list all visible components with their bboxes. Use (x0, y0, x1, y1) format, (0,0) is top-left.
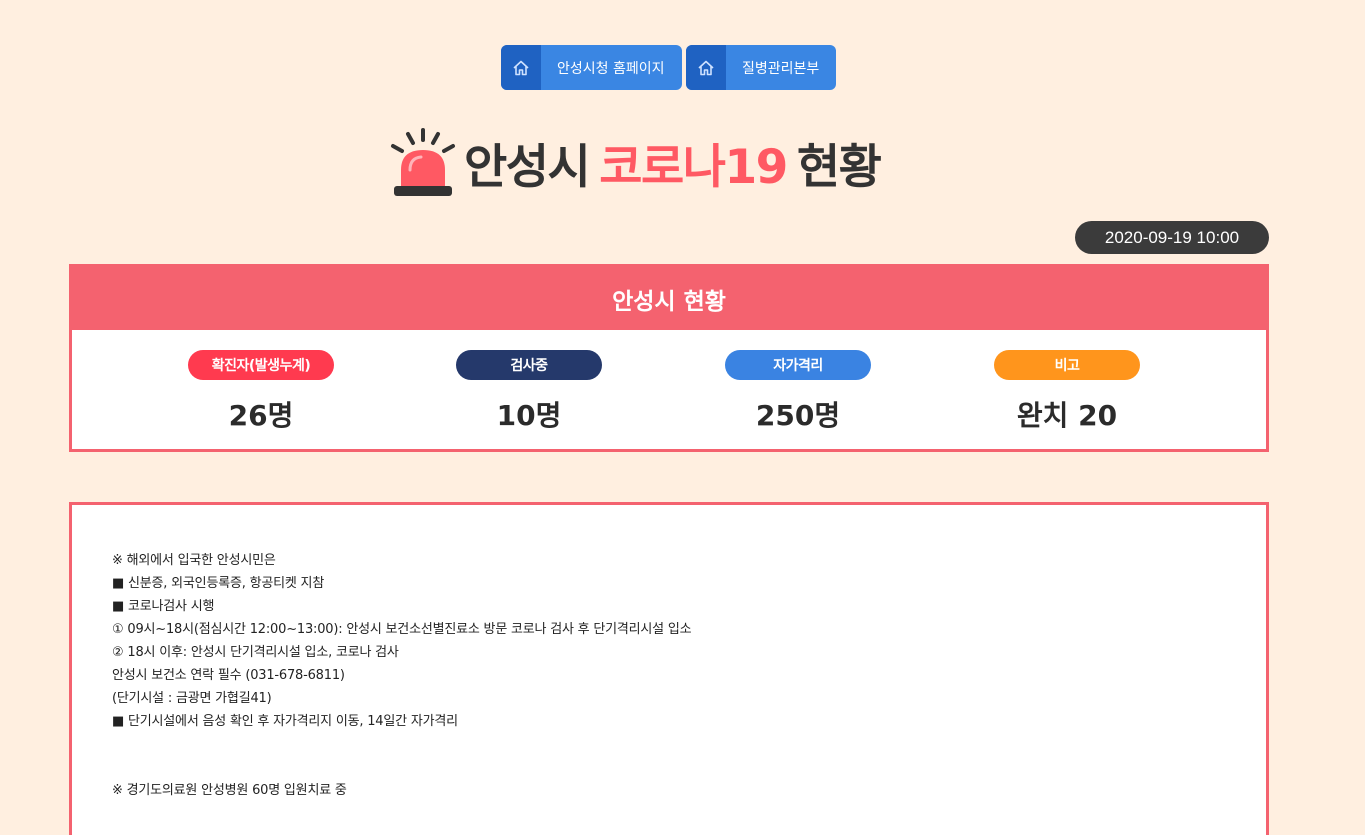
kcdc-label: 질병관리본부 (742, 60, 820, 77)
home-icon (686, 45, 726, 90)
quarantine-badge: 자가격리 (725, 350, 871, 380)
quarantine-value: 250명 (755, 399, 841, 432)
remarks-badge: 비고 (994, 350, 1140, 380)
siren-icon (391, 128, 455, 196)
notice-line: 안성시 보건소 연락 필수 (031-678-6811) (112, 668, 345, 683)
kcdc-link[interactable]: 질병관리본부 (686, 45, 836, 90)
status-panel: 안성시 현황 확진자(발생누계) 26명 검사중 10명 자가격리 250명 비… (69, 264, 1269, 452)
city-homepage-link[interactable]: 안성시청 홈페이지 (501, 45, 682, 90)
stat-quarantine: 자가격리 250명 (725, 350, 871, 434)
home-icon (501, 45, 541, 90)
notice-footer: ※ 경기도의료원 안성병원 60명 입원치료 중 (112, 783, 347, 798)
stat-confirmed: 확진자(발생누계) 26명 (188, 350, 334, 434)
title-suffix: 현황 (796, 139, 882, 195)
notice-line: ① 09시~18시(점심시간 12:00~13:00): 안성시 보건소선별진료… (112, 622, 692, 637)
city-homepage-label: 안성시청 홈페이지 (557, 60, 665, 77)
notice-line: ② 18시 이후: 안성시 단기격리시설 입소, 코로나 검사 (112, 645, 399, 660)
notice-line: ■ 단기시설에서 음성 확인 후 자가격리지 이동, 14일간 자가격리 (112, 714, 458, 729)
update-timestamp: 2020-09-19 10:00 (1075, 221, 1269, 254)
notice-line: ■ 코로나검사 시행 (112, 599, 215, 614)
page-title: 안성시 코로나19 현황 (388, 124, 968, 200)
notice-line: (단기시설 : 금광면 가협길41) (112, 691, 272, 706)
title-accent: 코로나19 (599, 139, 788, 195)
confirmed-badge: 확진자(발생누계) (188, 350, 334, 380)
stat-remarks: 비고 완치 20 (994, 350, 1140, 434)
notice-line: ※ 해외에서 입국한 안성시민은 (112, 553, 276, 568)
remarks-value: 완치 20 (1016, 399, 1118, 432)
testing-badge: 검사중 (456, 350, 602, 380)
status-title: 안성시 현황 (72, 267, 1266, 330)
top-nav: 안성시청 홈페이지 질병관리본부 (501, 45, 836, 90)
notice-line: ■ 신분증, 외국인등록증, 항공티켓 지참 (112, 576, 325, 591)
title-city: 안성시 (464, 139, 591, 195)
testing-value: 10명 (496, 399, 562, 432)
stats-row: 확진자(발생누계) 26명 검사중 10명 자가격리 250명 비고 완치 20 (72, 330, 1266, 449)
stat-testing: 검사중 10명 (456, 350, 602, 434)
notice-panel: ※ 해외에서 입국한 안성시민은 ■ 신분증, 외국인등록증, 항공티켓 지참 … (69, 502, 1269, 835)
confirmed-value: 26명 (228, 399, 294, 432)
